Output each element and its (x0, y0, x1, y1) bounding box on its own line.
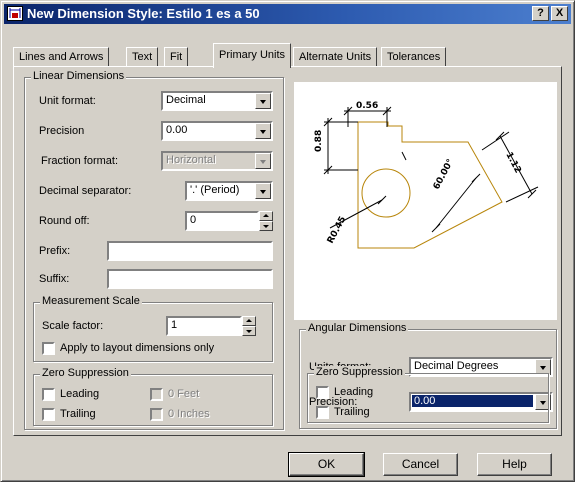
trailing-checkbox[interactable] (42, 408, 55, 421)
precision-value: 0.00 (166, 124, 188, 136)
ok-button[interactable]: OK (288, 452, 365, 477)
dim-radius-text: R0.45 (326, 215, 349, 245)
units-format-value: Decimal Degrees (414, 360, 499, 372)
chevron-down-icon[interactable] (255, 123, 271, 139)
tab-alternate-units[interactable]: Alternate Units (293, 47, 378, 67)
precision-select[interactable]: 0.00 (161, 121, 273, 141)
angular-leading-checkbox[interactable] (316, 386, 329, 399)
chevron-down-icon (255, 153, 271, 169)
dim-angle-text: 60.00° (432, 158, 456, 192)
apply-layout-only-checkbox[interactable] (42, 342, 55, 355)
dim-right-text: 1.12 (503, 151, 522, 175)
measurement-scale-group: Measurement Scale Scale factor: 1 Apply … (33, 295, 273, 362)
prefix-label: Prefix: (39, 245, 71, 257)
zero-suppression-linear-group: Zero Suppression Leading 0 Feet Trailing… (33, 367, 273, 426)
fraction-format-select: Horizontal (161, 151, 273, 171)
help-button[interactable]: Help (477, 453, 552, 476)
cancel-button[interactable]: Cancel (383, 453, 458, 476)
leading-label: Leading (60, 388, 100, 400)
decimal-separator-select[interactable]: '.' (Period) (185, 181, 273, 201)
tab-fit[interactable]: Fit (164, 47, 189, 67)
tab-primary-units[interactable]: Primary Units (213, 43, 292, 68)
tab-tolerances[interactable]: Tolerances (381, 47, 447, 67)
zero-suppression-angular-title: Zero Suppression (314, 366, 405, 378)
dialog-window: New Dimension Style: Estilo 1 es a 50 ? … (0, 0, 575, 482)
dimension-preview: 0.56 0.88 1.12 60.00° R0.45 (294, 82, 557, 320)
zero-inches-checkbox (150, 408, 163, 421)
measurement-scale-title: Measurement Scale (40, 295, 142, 307)
tab-text[interactable]: Text (126, 47, 159, 67)
zero-inches-label: 0 Inches (168, 408, 210, 420)
unit-format-value: Decimal (166, 94, 206, 106)
zero-feet-checkbox (150, 388, 163, 401)
linear-dimensions-group: Linear Dimensions Unit format: Decimal P… (24, 70, 284, 430)
chevron-down-icon[interactable] (255, 93, 271, 109)
suffix-input[interactable] (107, 269, 273, 289)
angular-trailing-checkbox[interactable] (316, 406, 329, 419)
title-bar[interactable]: New Dimension Style: Estilo 1 es a 50 ? … (4, 4, 571, 24)
prefix-input[interactable] (107, 241, 273, 261)
decimal-separator-label: Decimal separator: (39, 185, 132, 197)
preview-drawing: 0.56 0.88 1.12 60.00° R0.45 (314, 101, 539, 249)
scale-factor-spinner[interactable] (242, 316, 256, 336)
primary-units-panel: Linear Dimensions Unit format: Decimal P… (13, 66, 562, 436)
round-off-value: 0 (190, 214, 197, 226)
angular-leading-label: Leading (334, 386, 374, 398)
context-help-button[interactable]: ? (532, 6, 549, 21)
window-title: New Dimension Style: Estilo 1 es a 50 (27, 6, 260, 21)
leading-checkbox[interactable] (42, 388, 55, 401)
zero-suppression-linear-title: Zero Suppression (40, 367, 131, 379)
apply-layout-only-label: Apply to layout dimensions only (60, 342, 215, 354)
trailing-label: Trailing (60, 408, 96, 420)
round-off-label: Round off: (39, 215, 90, 227)
preview-object-hole (361, 168, 411, 218)
unit-format-label: Unit format: (39, 95, 96, 107)
preview-object-outline (357, 121, 503, 249)
angular-trailing-label: Trailing (334, 406, 370, 418)
tab-lines-and-arrows[interactable]: Lines and Arrows (13, 47, 110, 67)
chevron-down-icon[interactable] (255, 183, 271, 199)
dim-left-text: 0.88 (314, 130, 324, 152)
precision-label: Precision (39, 125, 85, 137)
round-off-spinner[interactable] (259, 211, 273, 231)
round-off-input[interactable]: 0 (185, 211, 259, 231)
spin-down-icon[interactable] (242, 326, 256, 336)
dim-top-text: 0.56 (356, 101, 378, 111)
scale-factor-label: Scale factor: (42, 320, 104, 332)
close-button[interactable]: X (551, 6, 568, 21)
dimension-style-icon (7, 6, 23, 21)
scale-factor-input[interactable]: 1 (166, 316, 242, 336)
spin-up-icon[interactable] (259, 211, 273, 221)
suffix-label: Suffix: (39, 273, 70, 285)
zero-suppression-angular-group: Zero Suppression Leading Trailing (307, 366, 549, 423)
linear-dimensions-title: Linear Dimensions (31, 70, 127, 82)
zero-feet-label: 0 Feet (168, 388, 200, 400)
spin-up-icon[interactable] (242, 316, 256, 326)
unit-format-select[interactable]: Decimal (161, 91, 273, 111)
decimal-separator-value: '.' (Period) (190, 184, 240, 196)
spin-down-icon[interactable] (259, 221, 273, 231)
fraction-format-label: Fraction format: (41, 155, 119, 167)
scale-factor-value: 1 (171, 319, 178, 331)
fraction-format-value: Horizontal (166, 154, 216, 166)
